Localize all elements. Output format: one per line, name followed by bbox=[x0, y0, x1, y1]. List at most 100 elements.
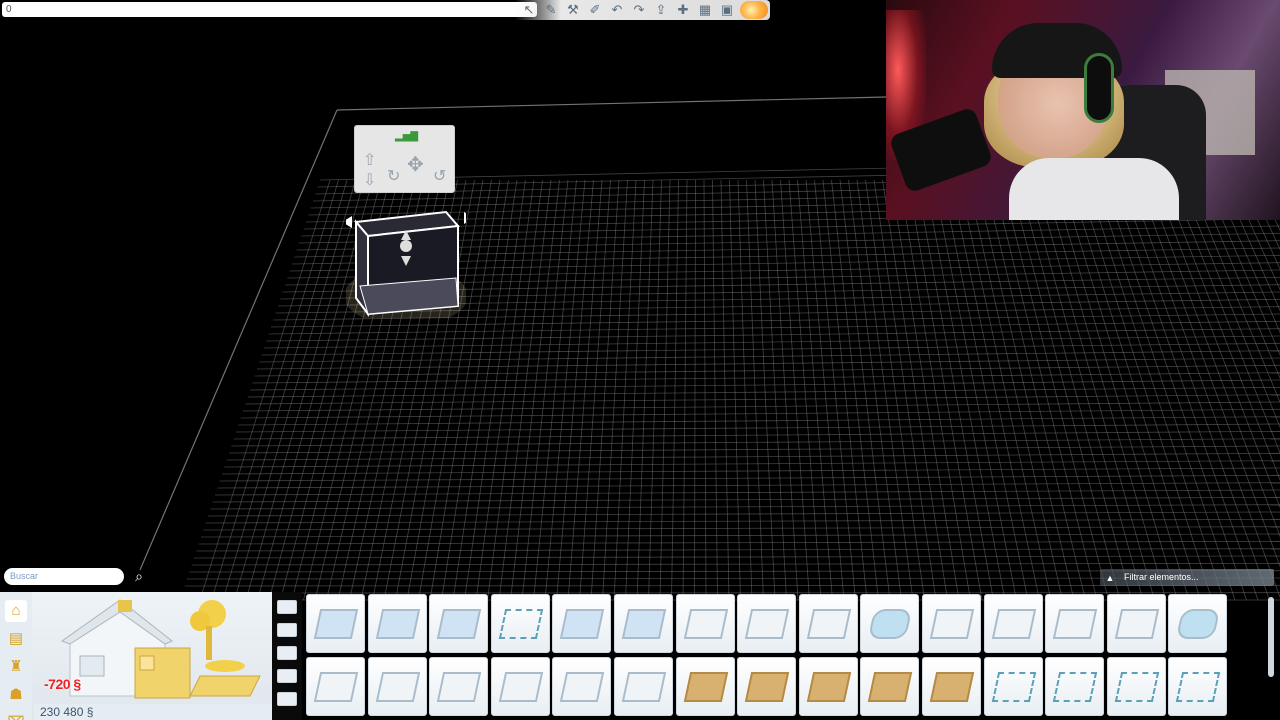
furniture-icon[interactable]: ☗ bbox=[5, 684, 27, 706]
catalog-item[interactable] bbox=[860, 594, 920, 653]
grid-line bbox=[1264, 179, 1280, 213]
search-icon[interactable]: ⌕ bbox=[128, 566, 150, 586]
grid-line bbox=[1196, 179, 1280, 380]
sledgehammer-icon[interactable]: ⚒ bbox=[564, 2, 582, 18]
catalog-item[interactable] bbox=[613, 657, 673, 716]
level-indicator: ▂▅▇ bbox=[395, 131, 419, 142]
rotate-left-icon[interactable]: ↻ bbox=[387, 166, 400, 186]
catalog-item[interactable] bbox=[737, 594, 797, 653]
cost-preview: -720 § bbox=[44, 676, 81, 692]
catalog-item[interactable] bbox=[983, 594, 1043, 653]
design-tool-icon[interactable]: ✐ bbox=[586, 2, 604, 18]
catalog-item[interactable] bbox=[429, 594, 489, 653]
grid-line bbox=[1188, 179, 1280, 404]
catalog-item[interactable] bbox=[1106, 594, 1166, 653]
move-icon[interactable]: ✚ bbox=[674, 2, 692, 18]
catalog-item[interactable] bbox=[552, 657, 612, 716]
resize-left-icon[interactable] bbox=[346, 216, 352, 228]
grid-line bbox=[1094, 179, 1236, 601]
subcat-wall-style[interactable] bbox=[277, 600, 297, 614]
catalog-item[interactable] bbox=[1045, 657, 1105, 716]
catalog-item[interactable] bbox=[798, 657, 858, 716]
grid-line bbox=[1222, 179, 1280, 312]
room-icon[interactable]: ▤ bbox=[5, 628, 27, 650]
grid-line bbox=[625, 179, 645, 601]
build-mode-viewport[interactable]: 0 ↖ ✎ ⚒ ✐ ↶ ↷ ⇪ ✚ ▦ ▣ ▂▅▇ ⇧ ⇩ ✥ ↻ ↺ Busc… bbox=[0, 0, 1280, 720]
catalog-item[interactable] bbox=[798, 594, 858, 653]
resize-right-icon[interactable] bbox=[464, 212, 466, 224]
subcat-misc-style[interactable] bbox=[277, 692, 297, 706]
grid-line bbox=[210, 504, 1280, 510]
grid-line bbox=[763, 179, 787, 601]
catalog-item[interactable] bbox=[490, 594, 550, 653]
top-bar: 0 ↖ ✎ ⚒ ✐ ↶ ↷ ⇪ ✚ ▦ ▣ bbox=[0, 0, 770, 20]
house-icon[interactable]: ⌂ bbox=[5, 600, 27, 622]
move-handle-icon[interactable]: ✥ bbox=[407, 152, 424, 177]
catalog-item[interactable] bbox=[737, 657, 797, 716]
grid-line bbox=[729, 179, 741, 601]
catalog-item[interactable] bbox=[429, 657, 489, 716]
catalog-item[interactable] bbox=[367, 594, 427, 653]
grid-line bbox=[746, 179, 764, 601]
catalog-item[interactable] bbox=[490, 657, 550, 716]
catalog-item-thumbnail bbox=[868, 672, 913, 702]
grid-line bbox=[1128, 179, 1280, 599]
grid-line bbox=[890, 179, 960, 601]
catalog-item[interactable] bbox=[1168, 594, 1228, 653]
grid-line bbox=[822, 179, 868, 601]
catalog-scrollbar[interactable] bbox=[1268, 597, 1274, 677]
catalog-item-thumbnail bbox=[375, 672, 420, 702]
household-funds: 230 480 § bbox=[34, 704, 272, 720]
catalog-item[interactable] bbox=[675, 594, 735, 653]
day-night-icon[interactable] bbox=[740, 1, 768, 19]
grid-line bbox=[1120, 179, 1270, 601]
catalog-item[interactable] bbox=[1106, 657, 1166, 716]
subcat-floor-style[interactable] bbox=[277, 623, 297, 637]
eyedropper-icon[interactable]: ✎ bbox=[542, 2, 560, 18]
selected-room-cube[interactable] bbox=[346, 186, 466, 318]
catalog-item-thumbnail bbox=[744, 672, 790, 702]
catalog-item[interactable] bbox=[1168, 657, 1228, 716]
catalog-item[interactable] bbox=[860, 657, 920, 716]
trash-icon[interactable]: ⌧ bbox=[5, 712, 27, 720]
pointer-icon[interactable]: ↖ bbox=[520, 2, 538, 18]
subcat-roof-style[interactable] bbox=[277, 646, 297, 660]
raise-arrow-icon[interactable]: ⇧ bbox=[363, 150, 376, 170]
catalog-side-tabs: ⌂ ▤ ♜ ☗ ⌧ bbox=[0, 592, 32, 720]
grid-line bbox=[235, 423, 1280, 433]
catalog-item-thumbnail bbox=[744, 609, 790, 639]
search-input[interactable]: Buscar bbox=[4, 568, 124, 585]
catalog-item[interactable] bbox=[1045, 594, 1105, 653]
catalog-item[interactable] bbox=[613, 594, 673, 653]
rotate-right-icon[interactable]: ↺ bbox=[433, 166, 446, 186]
room-gizmo-panel: ▂▅▇ ⇧ ⇩ ✥ ↻ ↺ bbox=[354, 125, 455, 193]
upload-icon[interactable]: ⇪ bbox=[652, 2, 670, 18]
catalog-item[interactable] bbox=[983, 657, 1043, 716]
catalog-item[interactable] bbox=[367, 657, 427, 716]
catalog-item[interactable] bbox=[675, 657, 735, 716]
lot-icon[interactable]: ▦ bbox=[696, 2, 714, 18]
catalog-item[interactable] bbox=[552, 594, 612, 653]
catalog-item-thumbnail bbox=[1114, 672, 1159, 702]
grid-line bbox=[1145, 179, 1280, 538]
top-text-field[interactable]: 0 bbox=[2, 2, 537, 17]
catalog-item-thumbnail bbox=[806, 672, 851, 702]
grid-line bbox=[659, 179, 671, 601]
catalog-item[interactable] bbox=[921, 594, 981, 653]
catalog-item[interactable] bbox=[306, 657, 365, 716]
expand-arrow-icon[interactable]: ▲ bbox=[1104, 572, 1116, 584]
camera-icon[interactable]: ▣ bbox=[718, 2, 736, 18]
catalog-item-grid bbox=[306, 594, 1228, 720]
catalog-item-thumbnail bbox=[375, 609, 420, 639]
catalog-item[interactable] bbox=[921, 657, 981, 716]
undo-icon[interactable]: ↶ bbox=[608, 2, 626, 18]
object-icon[interactable]: ♜ bbox=[5, 656, 27, 678]
catalog-item[interactable] bbox=[306, 594, 365, 653]
streamer bbox=[984, 18, 1184, 220]
subcat-stair-style[interactable] bbox=[277, 669, 297, 683]
grid-line bbox=[217, 482, 1280, 489]
filter-items-button[interactable]: Filtrar elementos... bbox=[1100, 569, 1274, 586]
redo-icon[interactable]: ↷ bbox=[630, 2, 648, 18]
grid-line bbox=[613, 179, 637, 601]
grid-line bbox=[336, 96, 887, 111]
